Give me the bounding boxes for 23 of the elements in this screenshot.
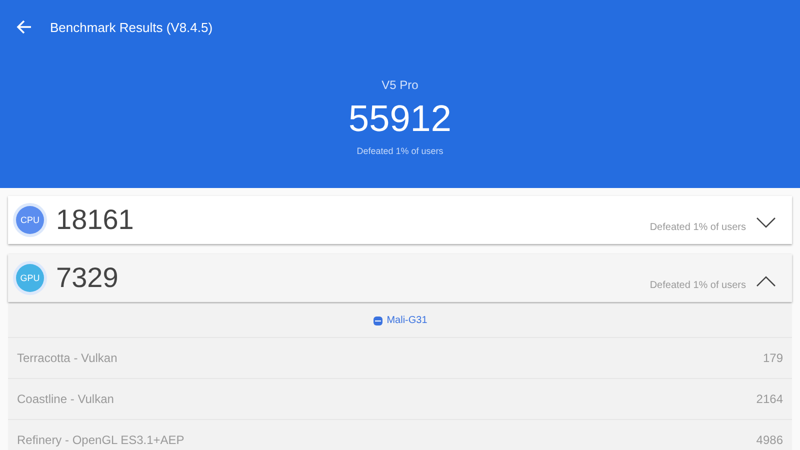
test-score: 4986 <box>756 433 783 447</box>
defeated-text: Defeated 1% of users <box>650 280 746 290</box>
category-score: 7329 <box>56 262 120 294</box>
total-score: 55912 <box>348 98 452 140</box>
category-score: 18161 <box>56 204 135 236</box>
defeated-text: Defeated 1% of users <box>356 146 444 156</box>
test-score: 179 <box>762 351 783 365</box>
chevron-up-icon <box>756 275 776 287</box>
back-icon[interactable] <box>16 19 32 35</box>
defeated-text: Defeated 1% of users <box>650 222 746 232</box>
gpu-name: Mali-G31 <box>386 315 428 326</box>
test-name: Terracotta - Vulkan <box>17 351 118 365</box>
device-name: V5 Pro <box>382 78 418 92</box>
category-badge: CPU <box>16 206 44 234</box>
score-card[interactable]: GPU 7329 Defeated 1% of users <box>8 254 792 302</box>
test-name: Coastline - Vulkan <box>17 392 114 406</box>
test-name: Refinery - OpenGL ES3.1+AEP <box>17 433 184 447</box>
test-score: 2164 <box>756 392 783 406</box>
page-title: Benchmark Results (V8.4.5) <box>50 20 213 34</box>
chip-icon <box>372 316 383 326</box>
category-badge: GPU <box>16 264 44 292</box>
score-card[interactable]: CPU 18161 Defeated 1% of users <box>8 196 792 244</box>
chevron-down-icon <box>756 217 776 229</box>
